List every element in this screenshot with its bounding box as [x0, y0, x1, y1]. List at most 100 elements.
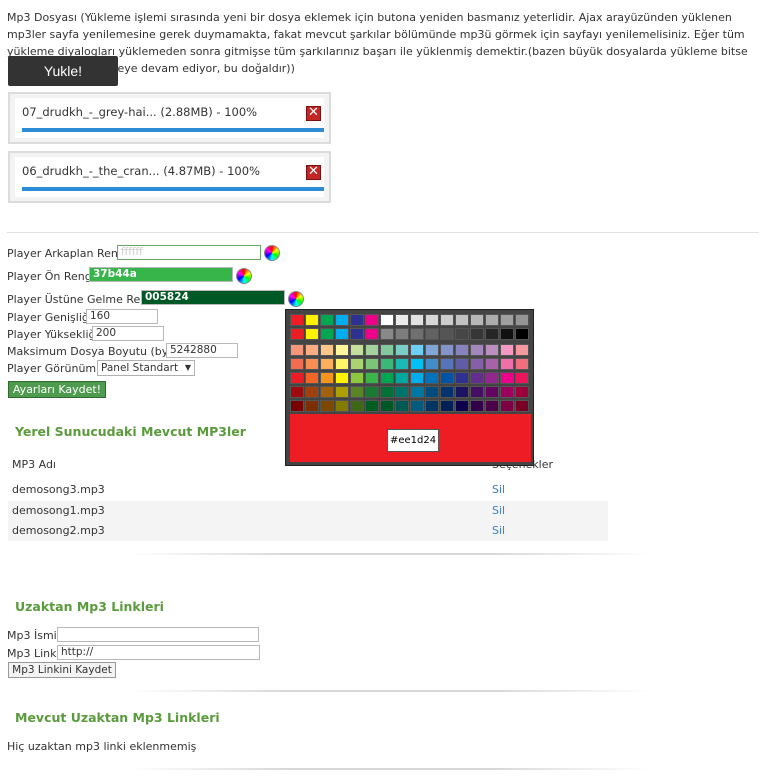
- color-swatch[interactable]: [365, 328, 379, 340]
- color-swatch[interactable]: [500, 386, 514, 398]
- color-swatch[interactable]: [515, 386, 529, 398]
- color-swatch[interactable]: [320, 328, 334, 340]
- color-swatch[interactable]: [425, 314, 439, 326]
- color-swatch[interactable]: [350, 358, 364, 370]
- color-swatch[interactable]: [290, 344, 304, 356]
- color-swatch[interactable]: [380, 372, 394, 384]
- color-swatch[interactable]: [335, 400, 349, 412]
- mp3-name-input[interactable]: [57, 627, 259, 642]
- color-swatch[interactable]: [485, 344, 499, 356]
- color-swatch[interactable]: [425, 358, 439, 370]
- color-swatch[interactable]: [500, 314, 514, 326]
- color-swatch[interactable]: [485, 372, 499, 384]
- color-swatch[interactable]: [350, 372, 364, 384]
- color-swatch[interactable]: [320, 386, 334, 398]
- color-swatch[interactable]: [455, 358, 469, 370]
- color-swatch[interactable]: [365, 344, 379, 356]
- color-swatch[interactable]: [395, 314, 409, 326]
- color-swatch[interactable]: [380, 344, 394, 356]
- height-input[interactable]: 200: [92, 326, 164, 341]
- color-swatch[interactable]: [500, 328, 514, 340]
- color-swatch[interactable]: [470, 344, 484, 356]
- color-swatch[interactable]: [305, 386, 319, 398]
- color-swatch[interactable]: [515, 344, 529, 356]
- color-swatch[interactable]: [515, 314, 529, 326]
- color-swatch[interactable]: [410, 372, 424, 384]
- color-swatch[interactable]: [425, 328, 439, 340]
- color-swatch[interactable]: [515, 372, 529, 384]
- color-swatch[interactable]: [455, 328, 469, 340]
- color-wheel-icon[interactable]: [236, 268, 252, 284]
- color-swatch[interactable]: [455, 400, 469, 412]
- save-settings-button[interactable]: Ayarları Kaydet!: [8, 381, 106, 398]
- color-swatch[interactable]: [395, 386, 409, 398]
- color-swatch[interactable]: [410, 328, 424, 340]
- color-swatch[interactable]: [380, 314, 394, 326]
- color-swatch[interactable]: [305, 372, 319, 384]
- color-swatch[interactable]: [365, 358, 379, 370]
- color-swatch[interactable]: [455, 344, 469, 356]
- color-wheel-icon[interactable]: [264, 245, 280, 261]
- color-swatch[interactable]: [500, 372, 514, 384]
- color-swatch[interactable]: [485, 358, 499, 370]
- color-swatch[interactable]: [350, 328, 364, 340]
- color-swatch[interactable]: [305, 400, 319, 412]
- color-swatch[interactable]: [470, 358, 484, 370]
- color-swatch[interactable]: [395, 328, 409, 340]
- color-swatch[interactable]: [425, 400, 439, 412]
- color-swatch[interactable]: [425, 344, 439, 356]
- color-swatch[interactable]: [320, 344, 334, 356]
- color-swatch[interactable]: [470, 386, 484, 398]
- color-swatch[interactable]: [455, 314, 469, 326]
- color-swatch[interactable]: [335, 314, 349, 326]
- color-swatch[interactable]: [350, 314, 364, 326]
- color-swatch[interactable]: [410, 358, 424, 370]
- color-swatch[interactable]: [335, 328, 349, 340]
- color-swatch[interactable]: [440, 344, 454, 356]
- color-swatch[interactable]: [500, 358, 514, 370]
- color-swatch[interactable]: [470, 372, 484, 384]
- color-swatch[interactable]: [395, 372, 409, 384]
- color-swatch[interactable]: [320, 400, 334, 412]
- color-swatch[interactable]: [305, 328, 319, 340]
- color-swatch[interactable]: [335, 372, 349, 384]
- color-swatch[interactable]: [380, 358, 394, 370]
- bg-color-input[interactable]: ffffff: [117, 245, 261, 260]
- color-swatch[interactable]: [440, 314, 454, 326]
- color-swatch[interactable]: [320, 314, 334, 326]
- color-swatch[interactable]: [425, 386, 439, 398]
- save-link-button[interactable]: Mp3 Linkini Kaydet: [8, 662, 116, 678]
- color-swatch[interactable]: [470, 400, 484, 412]
- color-swatch[interactable]: [290, 328, 304, 340]
- color-swatch[interactable]: [305, 314, 319, 326]
- delete-icon[interactable]: ✕: [306, 106, 321, 121]
- color-swatch[interactable]: [365, 386, 379, 398]
- color-swatch[interactable]: [320, 358, 334, 370]
- max-size-input[interactable]: 5242880: [166, 343, 238, 358]
- color-swatch[interactable]: [500, 344, 514, 356]
- color-swatch[interactable]: [515, 358, 529, 370]
- color-swatch[interactable]: [305, 344, 319, 356]
- color-swatch[interactable]: [380, 328, 394, 340]
- color-swatch[interactable]: [365, 400, 379, 412]
- view-select[interactable]: Panel Standart ▼: [97, 360, 195, 376]
- color-swatch[interactable]: [290, 358, 304, 370]
- color-swatch[interactable]: [440, 400, 454, 412]
- hover-color-input[interactable]: 005824: [141, 290, 285, 305]
- color-swatch[interactable]: [410, 344, 424, 356]
- delete-link[interactable]: Sil: [492, 501, 505, 521]
- color-swatch[interactable]: [395, 358, 409, 370]
- upload-button[interactable]: Yukle!: [8, 56, 118, 86]
- color-swatch[interactable]: [380, 400, 394, 412]
- color-swatch[interactable]: [380, 386, 394, 398]
- color-swatch[interactable]: [500, 400, 514, 412]
- color-swatch[interactable]: [290, 314, 304, 326]
- color-swatch[interactable]: [365, 314, 379, 326]
- color-swatch[interactable]: [395, 344, 409, 356]
- color-swatch[interactable]: [305, 358, 319, 370]
- color-swatch[interactable]: [440, 386, 454, 398]
- color-swatch[interactable]: [335, 358, 349, 370]
- color-swatch[interactable]: [350, 386, 364, 398]
- color-wheel-icon[interactable]: [288, 291, 304, 307]
- color-swatch[interactable]: [440, 328, 454, 340]
